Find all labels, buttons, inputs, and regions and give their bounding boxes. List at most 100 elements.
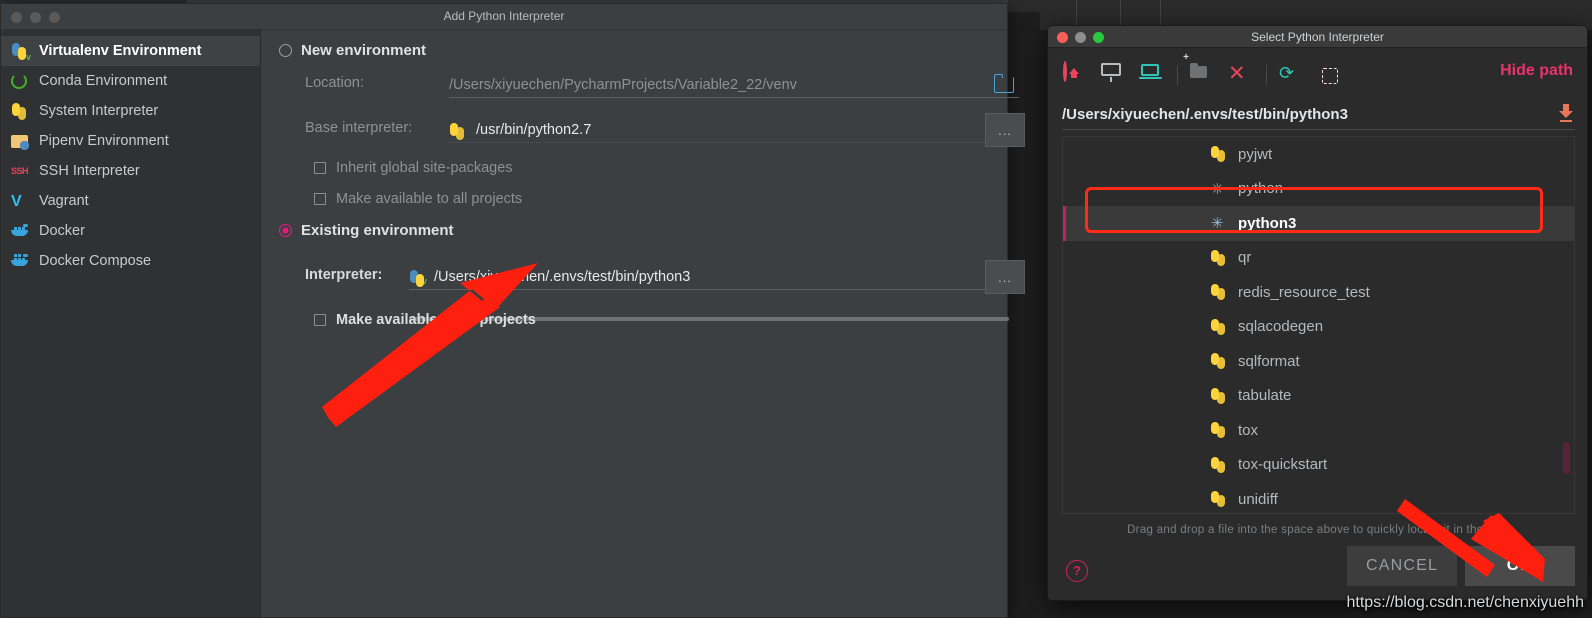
file-name: unidiff: [1238, 490, 1278, 508]
list-item[interactable]: tabulate: [1063, 379, 1574, 414]
location-label: Location:: [305, 75, 364, 91]
drag-drop-hint: Drag and drop a file into the space abov…: [1127, 524, 1508, 536]
python-file-icon: [1211, 456, 1229, 473]
base-interpreter-dropdown[interactable]: /usr/bin/python2.7: [449, 117, 1019, 143]
file-name: python3: [1238, 214, 1297, 232]
ssh-icon: SSH: [11, 165, 29, 176]
new-environment-radio-row[interactable]: New environment: [279, 42, 426, 59]
laptop-icon[interactable]: [1139, 63, 1165, 87]
make-available-all-projects-row-existing[interactable]: Make available to all projects: [314, 312, 536, 328]
location-input[interactable]: /Users/xiyuechen/PycharmProjects/Variabl…: [449, 72, 1019, 98]
sidebar-item-vagrant[interactable]: V Vagrant: [1, 186, 260, 216]
python-file-icon: [1211, 491, 1229, 508]
sidebar-item-label: Pipenv Environment: [39, 133, 169, 149]
python-file-icon: [1211, 249, 1229, 266]
python-file-icon: [1211, 353, 1229, 370]
ok-button[interactable]: OK: [1465, 546, 1575, 586]
path-value: /Users/xiyuechen/.envs/test/bin/python3: [1062, 106, 1348, 123]
file-name: tox-quickstart: [1238, 456, 1328, 474]
select-python-interpreter-dialog: Select Python Interpreter + ✕ ⟳ Hide pat…: [1047, 25, 1588, 601]
browse-folder-icon[interactable]: [994, 74, 1014, 93]
docker-icon: [11, 222, 30, 241]
symlink-icon: ✳: [1211, 180, 1224, 198]
list-item[interactable]: sqlacodegen: [1063, 310, 1574, 345]
delete-icon[interactable]: ✕: [1228, 63, 1254, 87]
list-item[interactable]: pyjwt: [1063, 137, 1574, 172]
python-file-icon: [1211, 318, 1229, 335]
sidebar-item-system-interpreter[interactable]: System Interpreter: [1, 96, 260, 126]
python-icon: [449, 122, 468, 140]
list-item[interactable]: qr: [1063, 241, 1574, 276]
file-name: sqlacodegen: [1238, 318, 1324, 336]
file-name: redis_resource_test: [1238, 283, 1370, 301]
add-python-interpreter-dialog: Add Python Interpreter v Virtualenv Envi…: [0, 3, 1025, 618]
make-available-all-projects-checkbox-existing[interactable]: [314, 314, 326, 326]
sidebar-item-virtualenv-environment[interactable]: v Virtualenv Environment: [1, 36, 260, 66]
sidebar-item-label: System Interpreter: [39, 103, 159, 119]
python-icon: [11, 102, 30, 121]
watermark: https://blog.csdn.net/chenxiyuehh: [1346, 594, 1585, 611]
download-icon[interactable]: [1559, 104, 1573, 122]
inherit-global-site-packages-row[interactable]: Inherit global site-packages: [314, 160, 513, 176]
refresh-icon[interactable]: ⟳: [1279, 63, 1305, 87]
select-icon[interactable]: [1317, 63, 1343, 87]
file-list[interactable]: pyjwt ✳ python ✳ python3 qr redis_resour…: [1062, 136, 1575, 514]
list-item[interactable]: ✳ python: [1063, 172, 1574, 207]
file-name: sqlformat: [1238, 352, 1300, 370]
existing-environment-radio-row[interactable]: Existing environment: [279, 222, 454, 239]
base-interpreter-label: Base interpreter:: [305, 120, 413, 136]
interpreter-browse-button[interactable]: ...: [985, 260, 1025, 294]
right-dialog-title: Select Python Interpreter: [1251, 30, 1384, 44]
docker-compose-icon: [11, 252, 30, 271]
interpreter-dropdown[interactable]: v /Users/xiyuechen/.envs/test/bin/python…: [409, 264, 1019, 290]
file-name: tox: [1238, 421, 1259, 439]
sidebar-item-docker-compose[interactable]: Docker Compose: [1, 246, 260, 276]
python-venv-icon: v: [11, 42, 31, 62]
path-input[interactable]: /Users/xiyuechen/.envs/test/bin/python3: [1062, 100, 1575, 130]
file-list-scrollbar[interactable]: [1563, 442, 1570, 474]
python-file-icon: [1211, 387, 1229, 404]
sidebar-item-label: Docker: [39, 223, 85, 239]
list-item[interactable]: unidiff: [1063, 482, 1574, 513]
make-available-all-projects-checkbox-new[interactable]: [314, 193, 326, 205]
desktop-icon[interactable]: [1101, 63, 1127, 87]
list-item[interactable]: tox: [1063, 413, 1574, 448]
sidebar-item-docker[interactable]: Docker: [1, 216, 260, 246]
sidebar-item-pipenv-environment[interactable]: Pipenv Environment: [1, 126, 260, 156]
file-name: python: [1238, 180, 1284, 198]
file-name: tabulate: [1238, 387, 1292, 405]
list-item[interactable]: redis_resource_test: [1063, 275, 1574, 310]
existing-environment-label: Existing environment: [301, 222, 454, 239]
symlink-icon: ✳: [1211, 215, 1224, 233]
new-environment-radio[interactable]: [279, 44, 292, 57]
list-item[interactable]: sqlformat: [1063, 344, 1574, 379]
toolbar-divider-2: [1266, 65, 1267, 85]
inherit-global-site-packages-checkbox[interactable]: [314, 162, 326, 174]
hide-path-button[interactable]: Hide path: [1500, 62, 1573, 80]
new-environment-label: New environment: [301, 42, 427, 59]
sidebar-item-label: Docker Compose: [39, 253, 152, 269]
environment-settings-pane: New environment Location: /Users/xiyuech…: [261, 30, 1025, 617]
home-icon[interactable]: [1063, 61, 1089, 87]
make-available-all-projects-label-existing: Make available to all projects: [336, 312, 536, 328]
new-folder-icon[interactable]: +: [1183, 53, 1216, 87]
dialog-button-bar: ? CANCEL OK: [1048, 546, 1587, 586]
python-venv-icon: v: [409, 269, 427, 287]
existing-environment-radio[interactable]: [279, 224, 292, 237]
python-file-icon: [1211, 284, 1229, 301]
cancel-button[interactable]: CANCEL: [1347, 546, 1457, 586]
make-available-all-projects-label-new: Make available to all projects: [336, 191, 523, 207]
file-name: pyjwt: [1238, 145, 1273, 163]
list-item[interactable]: tox-quickstart: [1063, 448, 1574, 483]
screen: ▁▁▁ ▁▁▁▁▁ ▁▁▁▁▁▁▁▁ ▁▁ ▁▁ ▁▁ ▁▁▁ ▁▁▁ ▁▁ ▁…: [0, 0, 1592, 618]
list-item-selected[interactable]: ✳ python3: [1063, 206, 1574, 241]
base-interpreter-browse-button[interactable]: ...: [985, 113, 1025, 147]
file-name: qr: [1238, 249, 1252, 267]
left-dialog-title: Add Python Interpreter: [443, 9, 565, 23]
sidebar-item-label: Virtualenv Environment: [39, 43, 202, 59]
interpreter-label: Interpreter:: [305, 267, 383, 283]
sidebar-item-ssh-interpreter[interactable]: SSH SSH Interpreter: [1, 156, 260, 186]
help-icon[interactable]: ?: [1066, 560, 1088, 582]
sidebar-item-conda-environment[interactable]: Conda Environment: [1, 66, 260, 96]
make-available-all-projects-row-new[interactable]: Make available to all projects: [314, 191, 522, 207]
